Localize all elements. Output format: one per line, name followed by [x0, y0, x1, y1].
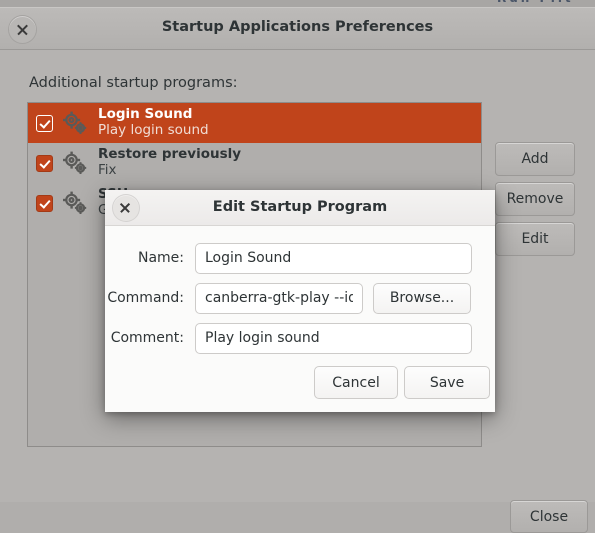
cancel-button[interactable]: Cancel — [314, 366, 398, 399]
remove-button[interactable]: Remove — [495, 182, 575, 216]
page-title: Startup Applications Preferences — [161, 19, 434, 35]
startup-programs-label: Additional startup programs: — [29, 75, 238, 91]
edit-button[interactable]: Edit — [495, 222, 575, 256]
gears-icon — [62, 151, 88, 175]
enable-checkbox[interactable] — [36, 194, 53, 212]
gears-icon — [62, 111, 88, 135]
enable-checkbox[interactable] — [36, 114, 53, 132]
command-field[interactable] — [195, 282, 363, 314]
add-button[interactable]: Add — [495, 142, 575, 176]
browse-button[interactable]: Browse... — [373, 282, 471, 314]
command-row: Command: Browse... — [105, 282, 471, 314]
list-item-text: Restore previously Fix — [98, 147, 241, 179]
command-label: Command: — [107, 290, 184, 306]
list-item-text: Login Sound Play login sound — [98, 107, 209, 139]
name-label: Name: — [137, 250, 184, 266]
comment-label: Comment: — [110, 330, 184, 346]
save-button[interactable]: Save — [404, 366, 490, 399]
list-item-description: Play login sound — [98, 122, 209, 138]
window-content: Additional startup programs: Login Sound… — [0, 50, 595, 533]
comment-row: Comment: — [105, 322, 472, 354]
close-button[interactable]: Close — [510, 500, 588, 533]
name-row: Name: — [105, 242, 472, 274]
enable-checkbox[interactable] — [36, 154, 53, 172]
background-window-text: Run Filt — [497, 0, 574, 5]
list-item-name: Login Sound — [98, 107, 193, 123]
comment-field[interactable] — [195, 322, 472, 354]
list-item-name: Restore previously — [98, 147, 242, 163]
background-window-sliver: Run Filt — [0, 0, 595, 7]
dialog-title: Edit Startup Program — [212, 199, 388, 215]
gears-icon — [62, 191, 88, 215]
list-item-description: Fix — [98, 162, 117, 178]
name-field[interactable] — [195, 242, 472, 274]
list-item[interactable]: Login Sound Play login sound — [28, 103, 481, 143]
list-item[interactable]: Restore previously Fix — [28, 143, 481, 183]
dialog-titlebar: Edit Startup Program — [105, 190, 495, 226]
window-titlebar: Startup Applications Preferences — [0, 8, 595, 50]
startup-applications-window: Startup Applications Preferences Additio… — [0, 7, 595, 533]
edit-startup-program-dialog: Edit Startup Program Name: Command: Brow… — [105, 190, 495, 412]
